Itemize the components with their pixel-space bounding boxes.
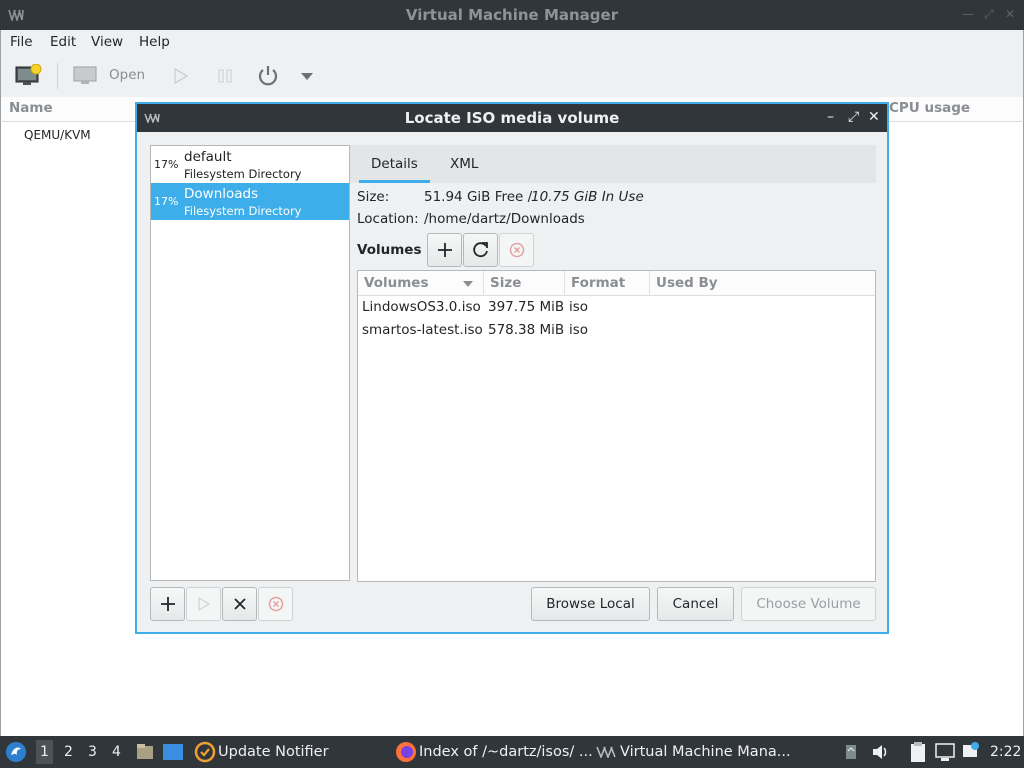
clipboard-icon[interactable] <box>908 741 928 763</box>
pause-icon[interactable] <box>217 69 233 83</box>
size-in-use-value: 10.75 GiB In Use <box>531 189 644 205</box>
menu-help[interactable]: Help <box>139 34 170 50</box>
storage-pool-list: 17% default Filesystem Directory 17% Dow… <box>150 145 350 581</box>
volume-icon[interactable] <box>871 743 891 761</box>
delete-pool-button[interactable] <box>258 587 293 621</box>
choose-volume-button[interactable]: Choose Volume <box>741 587 876 621</box>
volume-size: 578.38 MiB <box>488 322 565 338</box>
virt-manager-logo-icon <box>596 746 616 758</box>
workspace-4[interactable]: 4 <box>112 744 121 760</box>
location-label: Location: <box>357 211 419 227</box>
cancel-button[interactable]: Cancel <box>657 587 734 621</box>
refresh-icon <box>472 242 488 258</box>
taskbar: 1 2 3 4 Update Notifier Index of /~dartz… <box>0 736 1024 768</box>
close-icon <box>233 598 246 610</box>
task-update-notifier[interactable]: Update Notifier <box>218 744 329 760</box>
tab-bar: Details XML <box>350 145 876 183</box>
monitor-icon <box>73 66 97 84</box>
add-pool-button[interactable] <box>150 587 185 621</box>
minimize-icon[interactable]: – <box>827 109 834 125</box>
tab-details[interactable]: Details <box>371 156 418 172</box>
start-pool-button[interactable] <box>186 587 221 621</box>
task-firefox[interactable]: Index of /~dartz/isos/ ... <box>419 744 593 760</box>
pool-name: default <box>184 149 232 165</box>
stop-pool-button[interactable] <box>222 587 257 621</box>
task-virt-manager[interactable]: Virtual Machine Mana... <box>620 744 791 760</box>
pool-usage: 17% <box>154 195 179 208</box>
start-menu-icon[interactable] <box>5 741 27 763</box>
volume-name: LindowsOS3.0.iso <box>362 299 481 315</box>
volume-row[interactable]: LindowsOS3.0.iso 397.75 MiB iso <box>358 296 875 319</box>
notification-icon[interactable] <box>961 741 981 761</box>
network-icon[interactable] <box>934 742 956 762</box>
pool-name: Downloads <box>184 186 259 202</box>
menu-file[interactable]: File <box>10 34 33 50</box>
workspace-2[interactable]: 2 <box>64 744 73 760</box>
sort-descending-icon <box>463 281 473 287</box>
window-title: Virtual Machine Manager <box>405 6 619 24</box>
volume-table: Volumes Size Format Used By LindowsOS3.0… <box>357 270 876 582</box>
add-volume-button[interactable] <box>427 233 462 267</box>
power-icon[interactable] <box>256 64 280 88</box>
menubar: File Edit View Help <box>0 30 1024 55</box>
active-tab-indicator <box>359 180 430 183</box>
minimize-icon[interactable]: — <box>962 7 974 21</box>
menu-edit[interactable]: Edit <box>50 34 76 50</box>
firefox-icon <box>396 742 416 762</box>
delete-icon <box>509 242 524 258</box>
volume-size: 397.75 MiB <box>488 299 565 315</box>
close-icon[interactable]: ✕ <box>1005 7 1015 21</box>
pool-type: Filesystem Directory <box>184 167 302 181</box>
connection-item[interactable]: QEMU/KVM <box>24 128 91 142</box>
menu-view[interactable]: View <box>91 34 123 50</box>
maximize-icon[interactable]: ⤢ <box>984 7 994 22</box>
updates-tray-icon[interactable] <box>844 743 858 761</box>
show-desktop-icon[interactable] <box>162 743 184 761</box>
column-volumes[interactable]: Volumes <box>364 275 428 291</box>
main-titlebar: Virtual Machine Manager — ⤢ ✕ <box>0 0 1024 30</box>
volume-name: smartos-latest.iso <box>362 322 483 338</box>
workspace-3[interactable]: 3 <box>88 744 97 760</box>
volume-table-header: Volumes Size Format Used By <box>358 271 875 296</box>
column-format[interactable]: Format <box>571 275 625 291</box>
play-icon[interactable] <box>174 68 188 84</box>
delete-volume-button[interactable] <box>499 233 534 267</box>
pool-type: Filesystem Directory <box>184 204 302 218</box>
pool-item-downloads[interactable]: 17% Downloads Filesystem Directory <box>151 183 349 220</box>
column-cpu-usage[interactable]: CPU usage <box>889 100 970 116</box>
plus-icon <box>437 243 452 257</box>
size-free-value: 51.94 GiB Free / <box>424 189 533 205</box>
volume-row[interactable]: smartos-latest.iso 578.38 MiB iso <box>358 319 875 342</box>
dialog-title: Locate ISO media volume <box>404 109 620 127</box>
volumes-label: Volumes <box>357 242 422 258</box>
column-used-by[interactable]: Used By <box>656 275 718 291</box>
main-toolbar: Open <box>0 55 1024 97</box>
pool-usage: 17% <box>154 158 179 171</box>
browse-local-button[interactable]: Browse Local <box>531 587 650 621</box>
file-manager-icon[interactable] <box>135 742 155 762</box>
column-size[interactable]: Size <box>490 275 521 291</box>
open-button[interactable]: Open <box>109 67 145 83</box>
refresh-volumes-button[interactable] <box>463 233 498 267</box>
column-name[interactable]: Name <box>9 100 53 116</box>
update-notifier-icon <box>194 741 216 763</box>
workspace-1[interactable]: 1 <box>36 740 53 764</box>
volume-format: iso <box>569 322 589 338</box>
tab-xml[interactable]: XML <box>450 156 478 172</box>
maximize-icon[interactable]: ⤢ <box>848 109 859 125</box>
locate-iso-dialog: Locate ISO media volume – ⤢ ✕ 17% defaul… <box>135 102 889 634</box>
location-value: /home/dartz/Downloads <box>424 211 585 227</box>
play-icon <box>197 597 210 611</box>
plus-icon <box>160 597 175 611</box>
new-vm-icon[interactable] <box>14 64 42 88</box>
chevron-down-icon[interactable] <box>300 71 314 81</box>
size-label: Size: <box>357 189 390 205</box>
dialog-titlebar: Locate ISO media volume – ⤢ ✕ <box>137 104 887 132</box>
pool-item-default[interactable]: 17% default Filesystem Directory <box>151 146 349 183</box>
volume-format: iso <box>569 299 589 315</box>
delete-icon <box>268 596 283 612</box>
clock[interactable]: 2:22 <box>990 744 1021 760</box>
close-icon[interactable]: ✕ <box>868 109 880 125</box>
